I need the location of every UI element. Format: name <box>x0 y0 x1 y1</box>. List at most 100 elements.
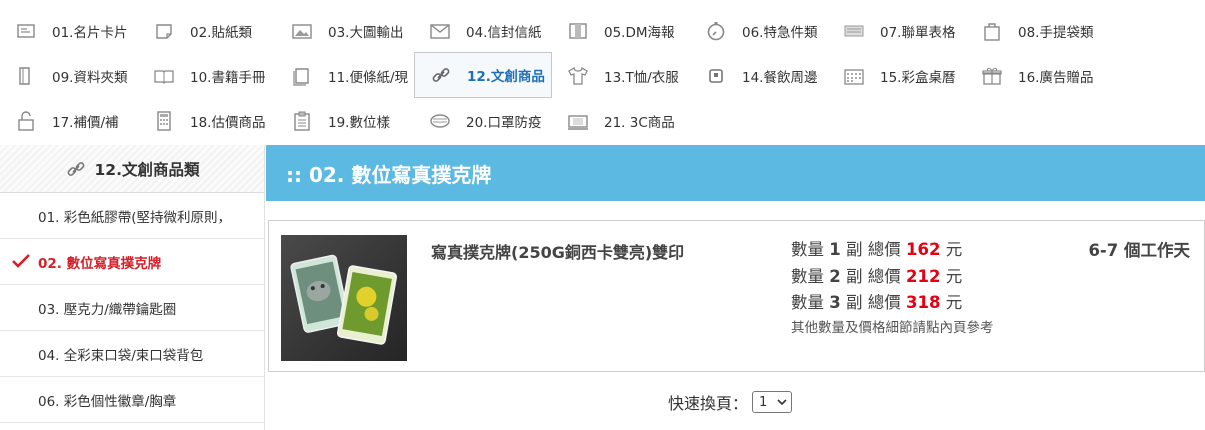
total-label: 總價 <box>867 293 901 312</box>
book-icon <box>138 65 190 87</box>
category-item-19[interactable]: 19.數位樣 <box>276 98 414 143</box>
category-label: 01.名片卡片 <box>52 24 128 41</box>
category-item-13[interactable]: 13.T恤/衣服 <box>552 53 690 98</box>
clipboard-icon <box>276 110 328 132</box>
sidebar-item-label: 04. 全彩束口袋/束口袋背包 <box>38 347 204 364</box>
currency-label: 元 <box>945 266 963 286</box>
category-item-15[interactable]: 15.彩盒桌曆 <box>828 53 966 98</box>
sidebar-item-03[interactable]: 03. 壓克力/織帶鑰匙圈 <box>0 285 264 331</box>
category-item-14[interactable]: 14.餐飲周邊 <box>690 53 828 98</box>
category-item-05[interactable]: 05.DM海報 <box>552 8 690 53</box>
qty-label: 數量 <box>791 240 824 259</box>
unit-label: 副 <box>845 266 863 286</box>
product-name[interactable]: 寫真撲克牌(250G銅西卡雙亮)雙印 <box>431 239 684 263</box>
category-label: 16.廣告贈品 <box>1018 69 1094 86</box>
lock-icon <box>0 110 52 132</box>
category-row: 09.資料夾類 10.書籍手冊 11.便條紙/現 12.文創商品 13.T恤/衣… <box>0 52 1205 98</box>
product-image[interactable] <box>281 235 407 361</box>
price-value: 212 <box>905 266 941 286</box>
tshirt-icon <box>552 65 604 87</box>
sidebar-item-label: 06. 彩色個性徽章/胸章 <box>38 393 177 410</box>
sidebar-header: 12.文創商品類 <box>0 145 264 193</box>
category-label: 09.資料夾類 <box>52 69 128 86</box>
form-icon <box>828 20 880 42</box>
category-label: 21. 3C商品 <box>604 114 675 131</box>
page-title: :: 02. 數位寫真撲克牌 <box>286 162 492 187</box>
category-item-21[interactable]: 21. 3C商品 <box>552 98 690 143</box>
lead-time: 6-7 個工作天 <box>1088 237 1190 261</box>
qty-label: 數量 <box>791 266 824 286</box>
category-label: 13.T恤/衣服 <box>604 69 679 86</box>
quick-pager: 快速換頁： 1 <box>668 390 793 414</box>
category-label: 05.DM海報 <box>604 24 675 41</box>
pager-label: 快速換頁： <box>668 394 749 413</box>
sidebar-item-01[interactable]: 01. 彩色紙膠帶(堅持微利原則， <box>0 193 264 239</box>
category-item-11[interactable]: 11.便條紙/現 <box>276 53 414 98</box>
lead-time-value: 6-7 <box>1088 241 1119 260</box>
mask-icon <box>414 110 466 132</box>
price-value: 162 <box>905 240 941 259</box>
category-item-07[interactable]: 07.聯單表格 <box>828 8 966 53</box>
category-item-09[interactable]: 09.資料夾類 <box>0 53 138 98</box>
price-row: 數量 3 副 總價 318 元 <box>791 290 994 317</box>
category-item-04[interactable]: 04.信封信紙 <box>414 8 552 53</box>
qty-value: 1 <box>829 240 841 259</box>
bag-icon <box>966 20 1018 42</box>
category-item-02[interactable]: 02.貼紙類 <box>138 8 276 53</box>
unit-label: 副 <box>845 293 863 312</box>
category-item-01[interactable]: 01.名片卡片 <box>0 8 138 53</box>
unit-label: 副 <box>845 240 863 259</box>
chevron-down-icon <box>777 395 787 410</box>
keychain-icon <box>65 158 87 180</box>
folder-icon <box>0 65 52 87</box>
category-grid: 01.名片卡片 02.貼紙類 03.大圖輸出 04.信封信紙 05.DM海報 0… <box>0 8 1205 143</box>
sidebar-title: 12.文創商品類 <box>94 160 200 179</box>
sidebar-item-02[interactable]: 02. 數位寫真撲克牌 <box>0 239 264 285</box>
category-item-20[interactable]: 20.口罩防疫 <box>414 98 552 143</box>
category-item-18[interactable]: 18.估價商品 <box>138 98 276 143</box>
category-item-16[interactable]: 16.廣告贈品 <box>966 53 1104 98</box>
qty-value: 2 <box>829 266 841 286</box>
category-item-10[interactable]: 10.書籍手冊 <box>138 53 276 98</box>
category-label: 14.餐飲周邊 <box>742 69 818 86</box>
keychain-icon <box>415 64 467 86</box>
category-row: 01.名片卡片 02.貼紙類 03.大圖輸出 04.信封信紙 05.DM海報 0… <box>0 8 1205 53</box>
category-item-03[interactable]: 03.大圖輸出 <box>276 8 414 53</box>
page-select-value: 1 <box>759 394 768 410</box>
lead-time-label: 個工作天 <box>1124 241 1190 260</box>
price-value: 318 <box>905 293 941 312</box>
notepad-icon <box>276 65 328 87</box>
product-card: 寫真撲克牌(250G銅西卡雙亮)雙印 數量 1 副 總價 162 元 數量 2 … <box>268 220 1205 372</box>
category-label: 17.補價/補 <box>52 114 119 131</box>
sidebar: 12.文創商品類 01. 彩色紙膠帶(堅持微利原則， 02. 數位寫真撲克牌 0… <box>0 145 265 430</box>
category-item-06[interactable]: 06.特急件類 <box>690 8 828 53</box>
check-icon <box>12 253 30 273</box>
category-label: 15.彩盒桌曆 <box>880 69 956 86</box>
sidebar-item-label: 01. 彩色紙膠帶(堅持微利原則， <box>38 209 232 226</box>
category-item-17[interactable]: 17.補價/補 <box>0 98 138 143</box>
page-title-banner: :: 02. 數位寫真撲克牌 <box>266 145 1205 201</box>
brochure-icon <box>552 20 604 42</box>
sidebar-item-label: 02. 數位寫真撲克牌 <box>38 255 162 272</box>
page-select[interactable]: 1 <box>752 391 793 413</box>
price-list: 數量 1 副 總價 162 元 數量 2 副 總價 212 元 數量 3 副 總… <box>791 237 994 339</box>
category-label: 02.貼紙類 <box>190 24 252 41</box>
sidebar-item-04[interactable]: 04. 全彩束口袋/束口袋背包 <box>0 331 264 377</box>
category-item-12[interactable]: 12.文創商品 <box>414 52 552 98</box>
category-label: 12.文創商品 <box>467 69 545 85</box>
sidebar-item-06[interactable]: 06. 彩色個性徽章/胸章 <box>0 377 264 423</box>
sticker-icon <box>138 20 190 42</box>
cup-icon <box>690 65 742 87</box>
sidebar-item-label: 03. 壓克力/織帶鑰匙圈 <box>38 301 177 318</box>
qty-value: 3 <box>829 293 841 312</box>
price-row: 數量 2 副 總價 212 元 <box>791 264 994 291</box>
stopwatch-icon <box>690 20 742 42</box>
category-label: 10.書籍手冊 <box>190 69 266 86</box>
category-label: 08.手提袋類 <box>1018 24 1094 41</box>
category-item-08[interactable]: 08.手提袋類 <box>966 8 1104 53</box>
gift-icon <box>966 65 1018 87</box>
category-row: 17.補價/補 18.估價商品 19.數位樣 20.口罩防疫 21. 3C商品 <box>0 98 1205 143</box>
category-label: 11.便條紙/現 <box>328 69 409 86</box>
card-icon <box>0 20 52 42</box>
device-icon <box>552 110 604 132</box>
